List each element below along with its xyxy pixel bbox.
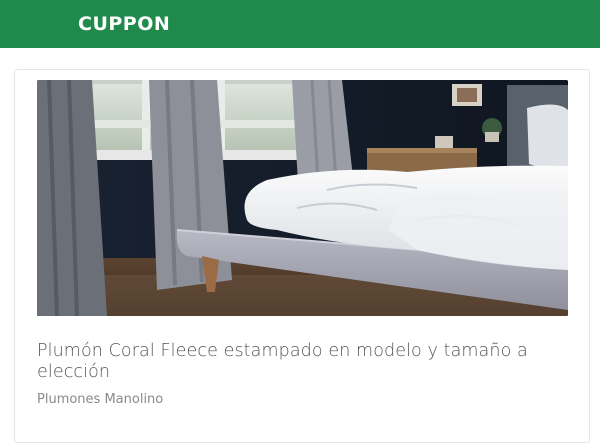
deal-title[interactable]: Plumón Coral Fleece estampado en modelo … bbox=[37, 341, 577, 383]
deal-card[interactable]: Plumón Coral Fleece estampado en modelo … bbox=[14, 69, 590, 443]
merchant-name: Plumones Manolino bbox=[37, 392, 164, 407]
bed-photo-image bbox=[37, 80, 568, 316]
top-header-bar: CUPPON bbox=[0, 0, 600, 48]
deal-image[interactable] bbox=[37, 80, 568, 316]
brand-logo[interactable]: CUPPON bbox=[78, 13, 170, 35]
